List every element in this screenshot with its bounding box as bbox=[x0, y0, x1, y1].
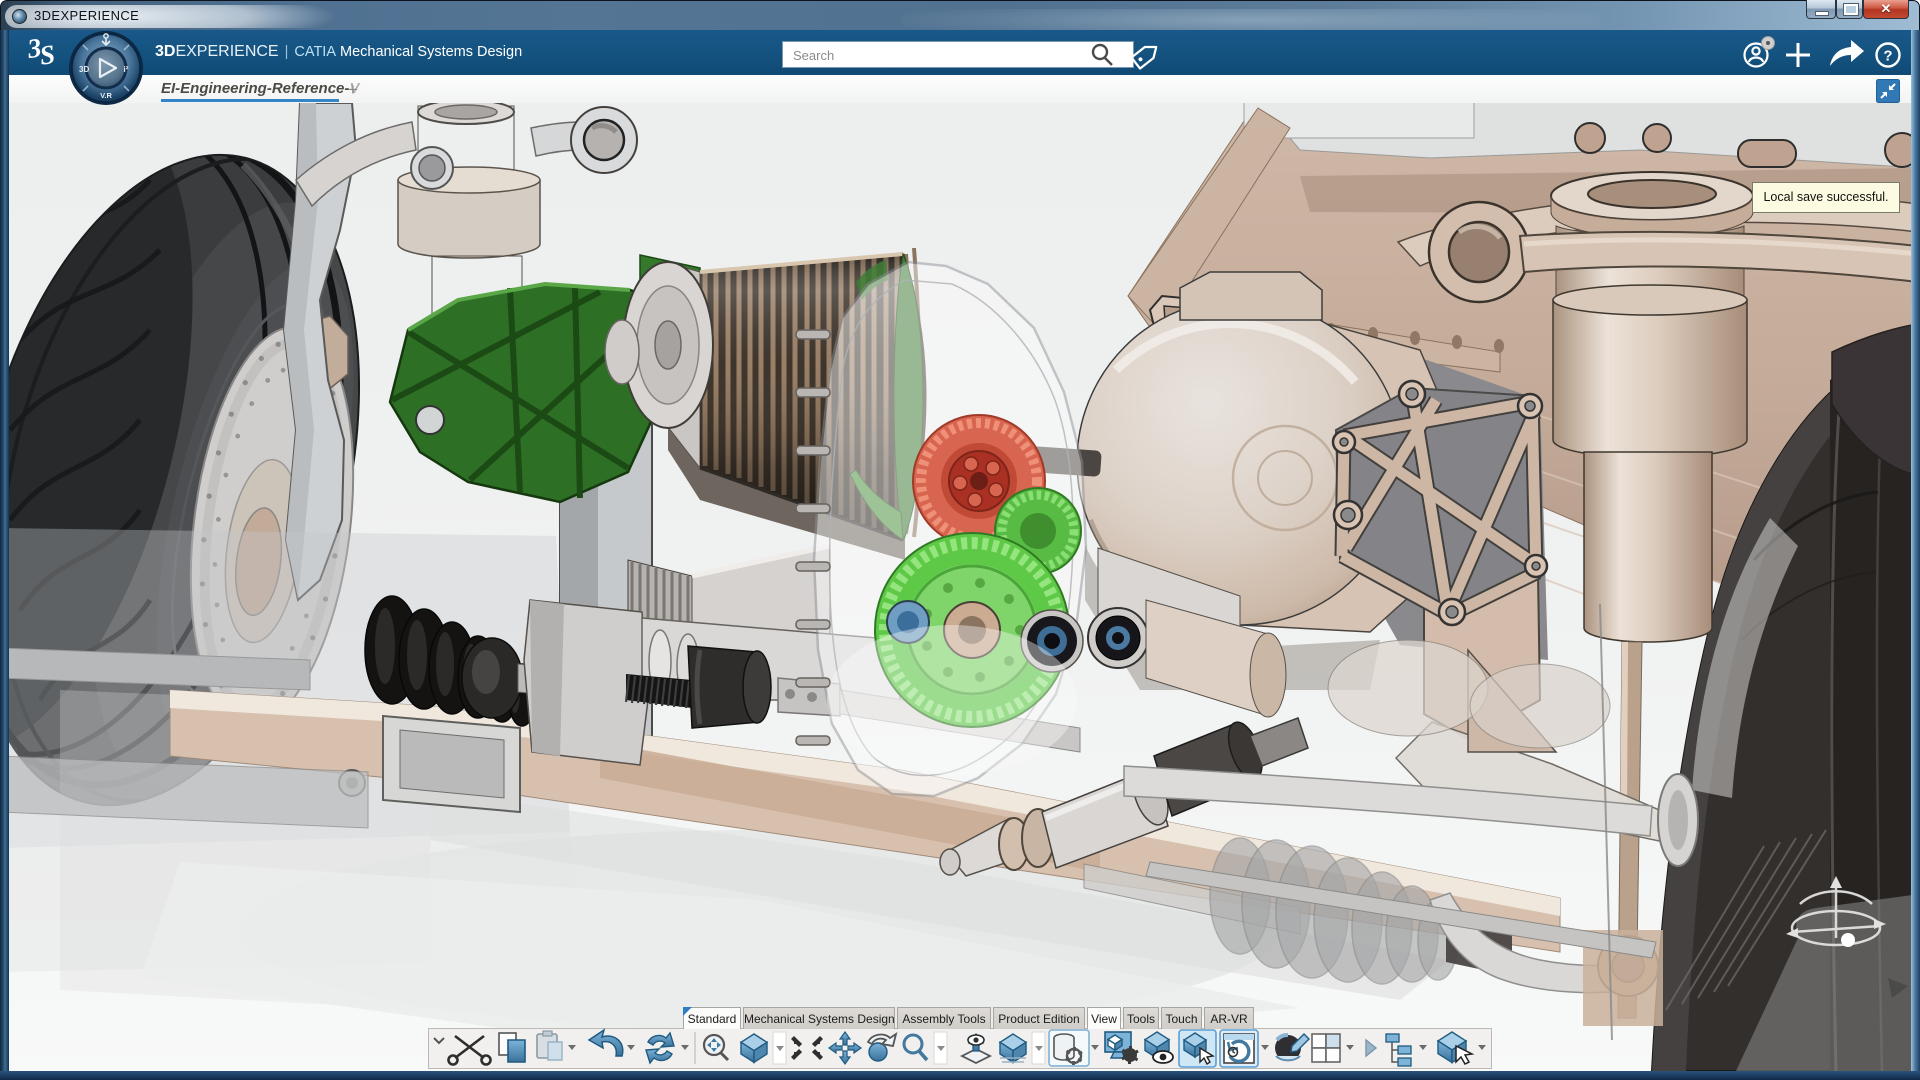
svg-text:S: S bbox=[38, 39, 57, 71]
svg-text:V.R: V.R bbox=[100, 91, 112, 100]
svg-text:i²: i² bbox=[124, 65, 129, 74]
svg-text:3D: 3D bbox=[79, 65, 89, 74]
svg-text:?: ? bbox=[1883, 48, 1892, 65]
